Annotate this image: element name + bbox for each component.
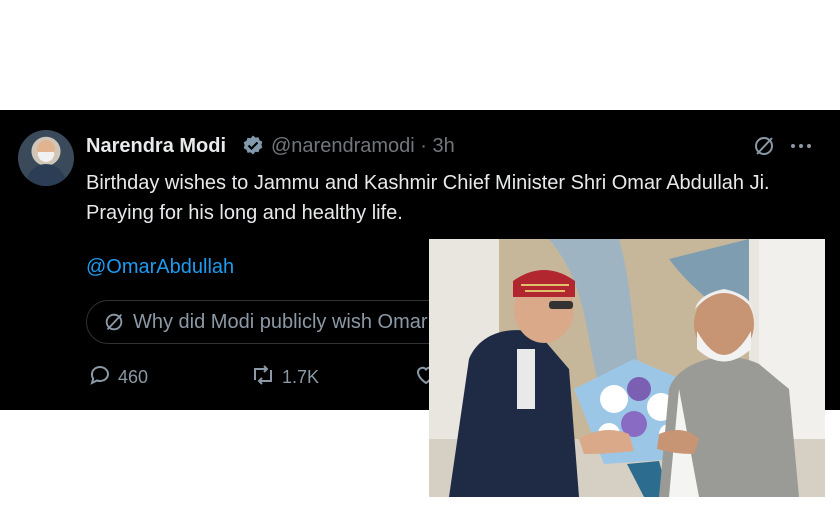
tweet-text: Birthday wishes to Jammu and Kashmir Chi…	[86, 172, 770, 224]
repost-icon	[254, 365, 272, 385]
author-handle-time[interactable]: @narendramodi · 3h	[271, 135, 455, 158]
mention-link[interactable]: @OmarAbdullah	[86, 256, 234, 279]
like-icon	[416, 366, 430, 385]
author-name[interactable]: Narendra Modi	[86, 135, 226, 158]
grok-icon	[105, 313, 123, 331]
verified-badge-icon	[243, 135, 263, 155]
like-button[interactable]	[414, 363, 430, 389]
repost-button[interactable]: 1.7K	[250, 363, 330, 389]
grok-icon[interactable]	[752, 134, 776, 158]
reply-button[interactable]: 460	[88, 363, 168, 389]
author-avatar[interactable]	[18, 130, 74, 186]
overlay-photo	[429, 239, 825, 497]
reply-icon	[90, 366, 109, 385]
reply-count: 460	[118, 367, 149, 387]
more-icon[interactable]	[788, 134, 814, 158]
repost-count: 1.7K	[282, 367, 320, 387]
